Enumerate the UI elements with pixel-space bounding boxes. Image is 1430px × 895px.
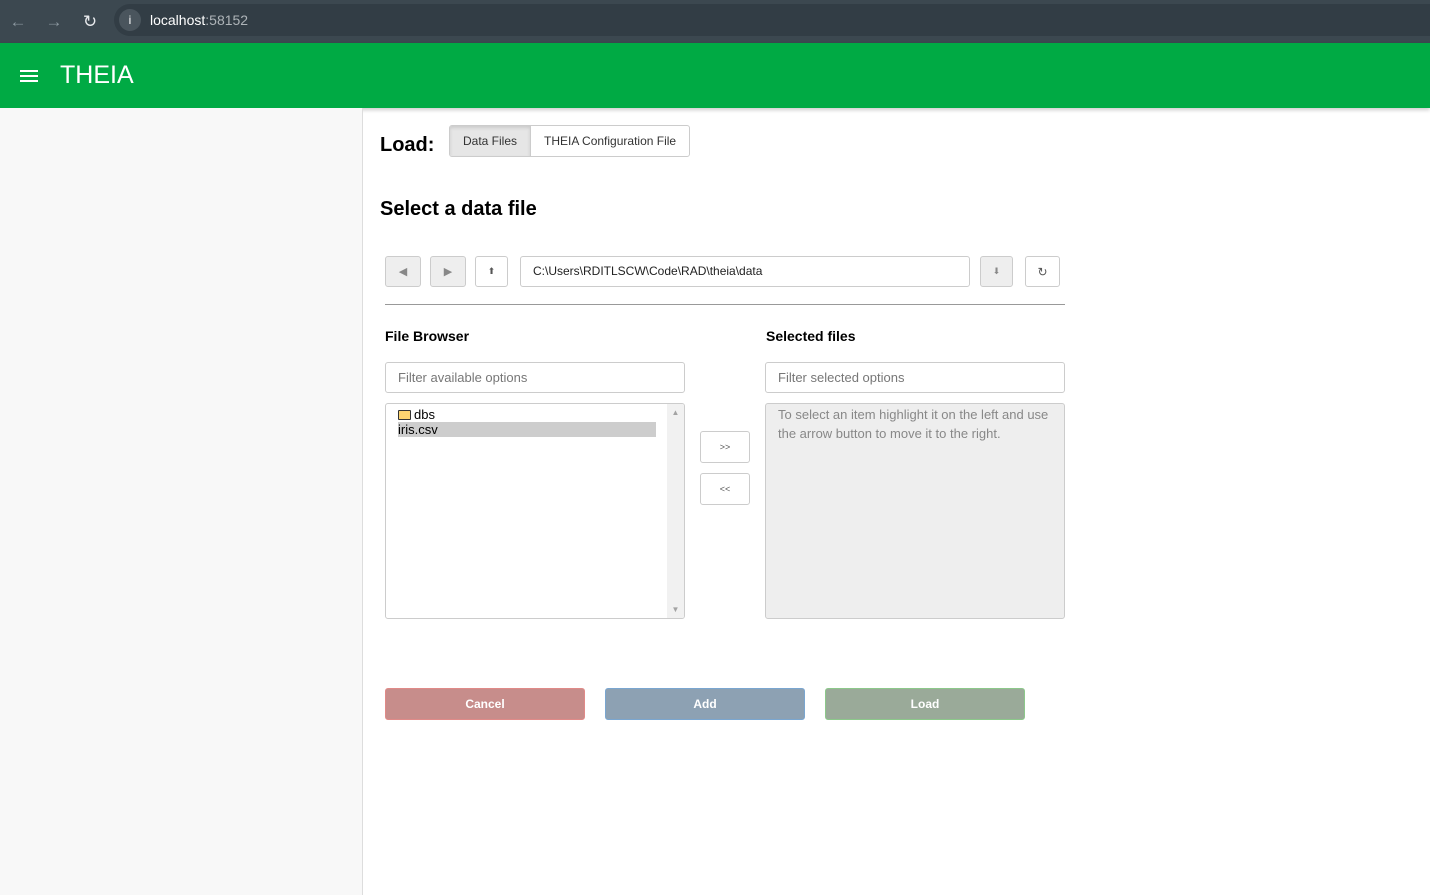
url-port: :58152 [205,12,249,28]
list-item-file[interactable]: iris.csv [398,422,656,437]
browser-toolbar: ← → ↻ i localhost:58152 [0,0,1430,43]
down-button[interactable]: ⬇ [980,256,1013,287]
page-title: Select a data file [380,198,537,220]
file-list[interactable]: dbs iris.csv ▲ ▼ [385,403,685,619]
add-button[interactable]: Add [605,688,805,720]
scrollbar[interactable]: ▲ ▼ [667,404,684,618]
selected-files-area[interactable]: To select an item highlight it on the le… [765,403,1065,619]
sidebar [0,108,363,895]
tab-data-files[interactable]: Data Files [450,126,532,156]
url-text: localhost:58152 [150,12,248,28]
menu-icon[interactable] [20,67,38,85]
folder-icon [398,410,411,420]
file-browser-title: File Browser [385,328,470,344]
cancel-button[interactable]: Cancel [385,688,585,720]
forward-button[interactable]: ▶ [430,256,466,287]
up-button[interactable]: ⬆ [475,256,508,287]
forward-arrow-icon[interactable]: → [36,12,72,32]
load-type-toggle: Data Files THEIA Configuration File [449,125,691,157]
address-bar[interactable]: i localhost:58152 [114,4,1430,36]
back-button[interactable]: ◀ [385,256,421,287]
filter-available-input[interactable]: Filter available options [385,362,685,393]
refresh-button[interactable]: ↻ [1025,256,1060,287]
path-input[interactable]: C:\Users\RDITLSCW\Code\RAD\theia\data [520,256,970,287]
info-icon[interactable]: i [119,9,141,31]
move-right-button[interactable]: >> [700,431,750,463]
load-button[interactable]: Load [825,688,1025,720]
load-label: Load: [380,134,435,156]
back-arrow-icon[interactable]: ← [0,12,36,32]
filter-selected-input[interactable]: Filter selected options [765,362,1065,393]
app-title: THEIA [60,61,134,89]
divider [385,304,1065,305]
move-left-button[interactable]: << [700,473,750,505]
reload-icon[interactable]: ↻ [72,12,108,32]
selected-files-title: Selected files [766,328,856,344]
url-host: localhost [150,12,206,28]
list-item-folder[interactable]: dbs [398,407,656,422]
tab-config-file[interactable]: THEIA Configuration File [531,126,689,156]
item-label: dbs [414,407,435,422]
app-bar: THEIA [0,43,1430,108]
